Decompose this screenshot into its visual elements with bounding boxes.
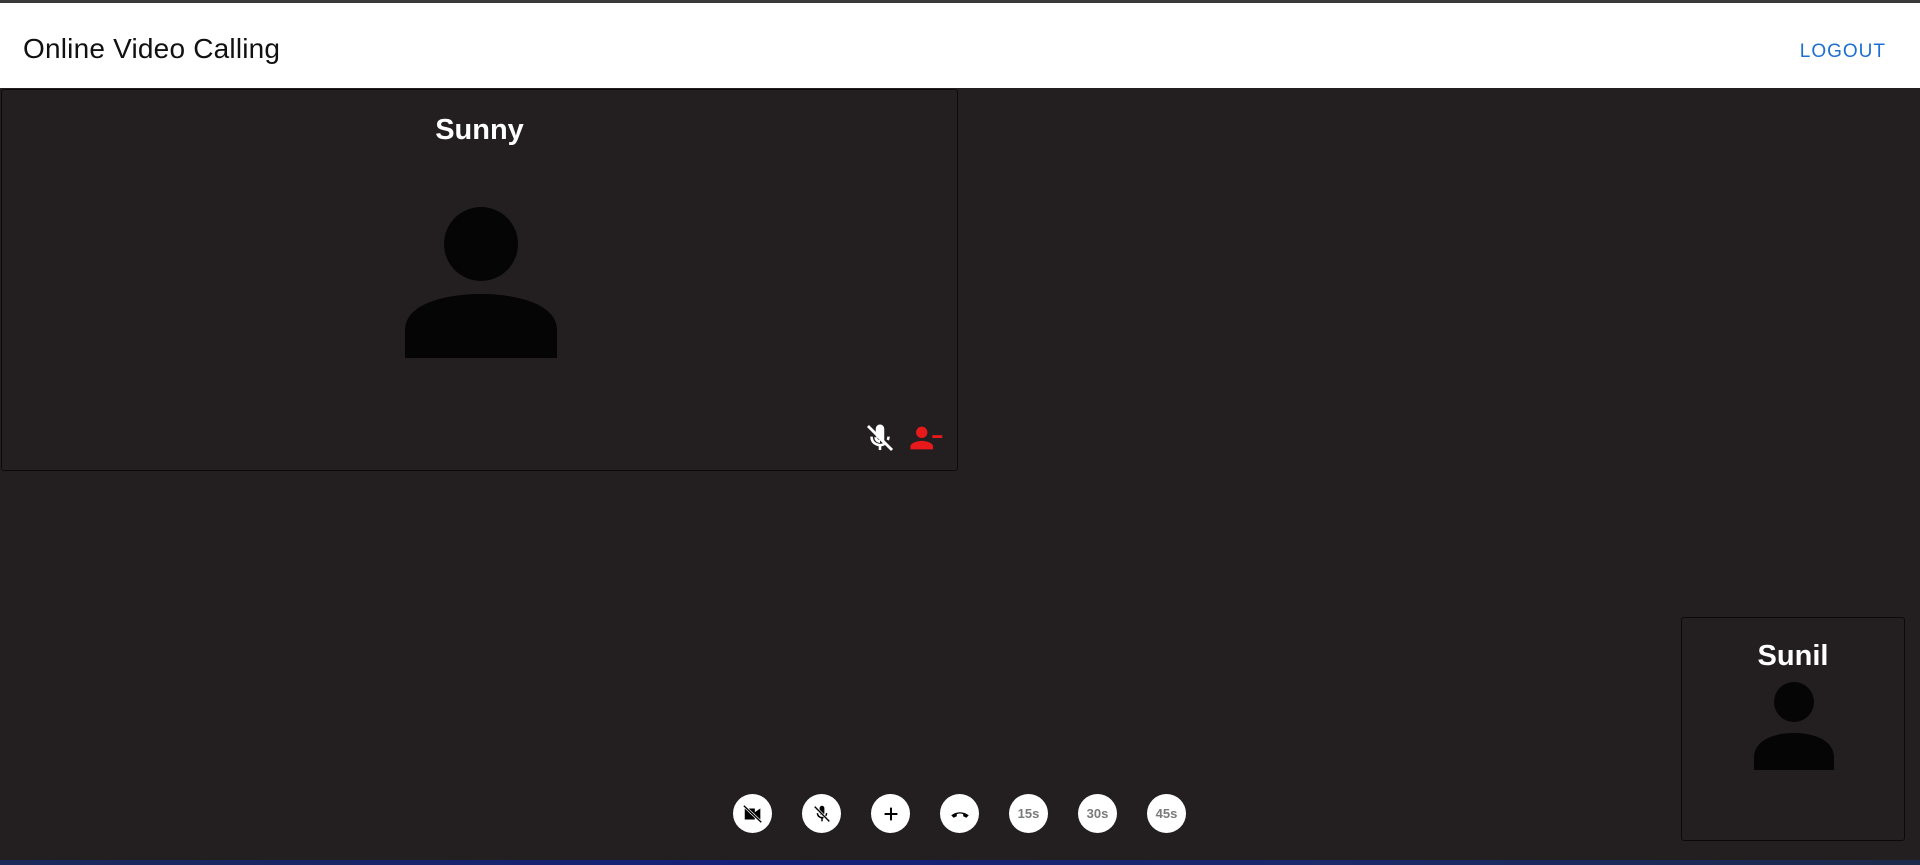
timer-45s-button[interactable]: 45s [1147,794,1186,833]
local-participant-name: Sunil [1757,640,1829,672]
timer-15s-button[interactable]: 15s [1009,794,1048,833]
hang-up-icon [950,811,969,818]
local-video-tile: Sunil [1681,617,1905,841]
plus-icon [884,807,897,820]
desktop-taskbar-edge [0,860,1920,865]
timer-30s-button[interactable]: 30s [1078,794,1117,833]
toggle-mic-button[interactable] [802,794,841,833]
remote-participant-name: Sunny [435,114,524,146]
add-participant-button[interactable] [871,794,910,833]
remove-user-icon[interactable] [909,421,943,455]
toggle-video-button[interactable] [733,794,772,833]
app-bar: Online Video Calling LOGOUT [0,3,1920,88]
remote-video-tile: Sunny [1,89,958,471]
person-placeholder-icon [1754,682,1834,770]
person-placeholder-icon [405,207,557,358]
page-title: Online Video Calling [23,33,281,64]
video-off-icon [742,804,762,823]
timer-15s-label: 15s [1017,806,1040,821]
logout-button[interactable]: LOGOUT [1800,41,1886,63]
timer-45s-label: 45s [1155,806,1178,821]
timer-30s-label: 30s [1086,806,1109,821]
tile-controls [863,421,943,455]
call-stage: Sunny Sunil 15s 30s 45s [0,88,1920,860]
mic-off-icon[interactable] [863,421,897,455]
end-call-button[interactable] [940,794,979,833]
mic-off-icon [813,805,830,822]
call-controls: 15s 30s 45s [733,794,1186,833]
